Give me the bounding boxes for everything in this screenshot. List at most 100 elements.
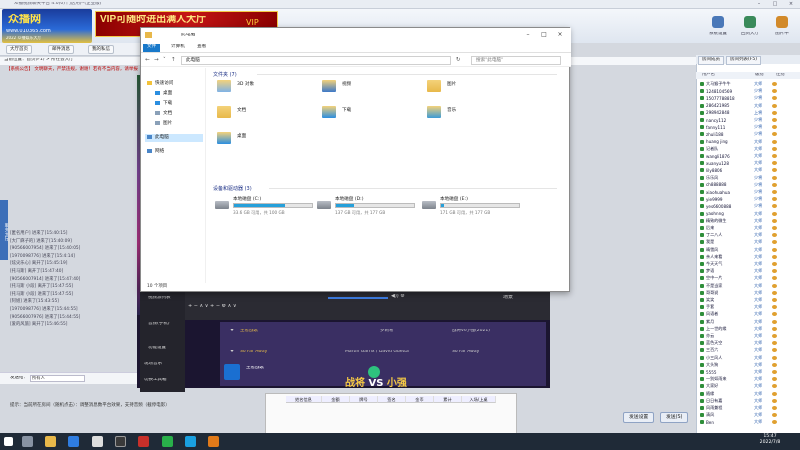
send-button[interactable]: 发送(S) [660,412,689,423]
user-row[interactable]: 上一世的缘 大师 [700,326,795,332]
nav-item[interactable]: 快速访问 [147,80,173,88]
user-row[interactable]: 清风 大师 [700,412,795,418]
nav-private[interactable]: 我的私信 [88,45,114,54]
user-row[interactable]: 大马猴子牛牛 大师 [700,81,795,87]
user-row[interactable]: xiaohuahua 少将 [700,189,795,195]
recipient-select[interactable]: 所有人 [30,375,85,382]
drives-header[interactable]: 设备和驱动器 (3) [213,185,252,192]
user-row[interactable]: 后来 大师 [700,225,795,231]
user-row[interactable]: 我是 大师 [700,239,795,245]
close-icon[interactable]: × [784,1,798,8]
send-settings-button[interactable]: 发送设置 [623,412,655,423]
user-row[interactable]: 风语者 大师 [700,311,795,317]
nav-item[interactable]: 网络 [147,148,164,156]
user-row[interactable]: Ben 大师 [700,419,795,425]
nav-messages[interactable]: 邮件消息 [48,45,74,54]
user-row[interactable]: 小三风人 大师 [700,355,795,361]
nav-item[interactable]: 桌面 [155,90,172,98]
user-row[interactable]: 晴雪风 大师 [700,247,795,253]
tab-room-list[interactable]: 房间列表(F5) [726,56,761,65]
folder-item[interactable]: 桌面 [217,130,312,148]
drive-item[interactable]: 本地磁盘 (E:) 171 GB 可用，共 177 GB [422,196,522,218]
col-level[interactable]: 级别 [755,73,764,77]
folder-item[interactable]: 图片 [427,78,522,96]
folder-app-icon[interactable] [208,436,219,447]
app-icon[interactable] [92,436,103,447]
folders-header[interactable]: 文件夹 (7) [213,71,237,78]
chevron-down-icon[interactable]: ˅ [163,57,166,63]
user-row[interactable]: 梦语 大师 [700,268,795,274]
user-row[interactable]: 哥哥说 大师 [700,290,795,296]
user-row[interactable]: 乐乐风 少将 [700,175,795,181]
user-row[interactable]: 一别如雨来 大师 [700,376,795,382]
user-row[interactable]: 298942848 上将 [700,110,795,116]
tab-view[interactable]: 查看 [193,44,210,52]
file-explorer-icon[interactable] [45,436,56,447]
back-to-hall-button[interactable]: 回到大厅 [738,14,762,42]
windows-start-icon[interactable] [4,437,13,446]
user-row[interactable]: ch888888 少将 [700,182,795,188]
user-row[interactable]: 蓝色天空 大师 [700,340,795,346]
user-row[interactable]: zhuli188 少将 [700,131,795,137]
speaker-icon[interactable]: ◀)) ⚙ [391,294,405,299]
taskbar-clock[interactable]: 15:47 2022/7/8 [752,434,788,446]
tab-file[interactable]: 文件 [143,44,161,52]
user-row[interactable]: 大家好 大师 [700,383,795,389]
media-icon[interactable] [138,436,149,447]
user-row[interactable]: 手套 大师 [700,304,795,310]
search-icon[interactable] [22,436,33,447]
nav-item[interactable]: 下载 [155,100,172,108]
folder-item[interactable]: 视频 [322,78,417,96]
user-row[interactable]: 空中一片 大师 [700,275,795,281]
user-row[interactable]: 日日有嘉 大师 [700,398,795,404]
col-username[interactable]: 用户名 [702,73,715,77]
back-icon[interactable]: ← [145,57,150,63]
user-row[interactable]: 笑笑 大师 [700,297,795,303]
user-row[interactable]: 亲人来看 大师 [700,254,795,260]
wechat-icon[interactable] [162,436,173,447]
user-row[interactable]: 精致的微生 大师 [700,218,795,224]
folder-item[interactable]: 下载 [322,104,417,122]
side-tab[interactable]: 聊天大厅 [0,200,8,260]
drive-item[interactable]: 本地磁盘 (D:) 137 GB 可用，共 177 GB [317,196,417,218]
browser-icon[interactable] [68,436,79,447]
nav-item[interactable]: 此电脑 [145,134,203,142]
user-row[interactable]: yes6600888 少将 [700,203,795,209]
obs-toolbar-icons[interactable]: + − ∧ ∨ + − ⚙ ∧ ∨ [188,304,237,309]
close-icon[interactable]: × [553,31,567,38]
nav-hall-home[interactable]: 大厅首页 [6,45,32,54]
heart-icon[interactable]: ♥ [230,350,234,355]
user-row[interactable]: lily8806 大师 [700,167,795,173]
address-bar[interactable]: 此电脑 [181,56,451,65]
user-row[interactable]: 今天天气 大师 [700,261,795,267]
user-row[interactable]: 不是当家 大师 [700,283,795,289]
user-row[interactable]: yie9999 少将 [700,196,795,202]
user-row[interactable]: 5555 大师 [700,369,795,375]
user-row[interactable]: 随缘 大师 [700,391,795,397]
maximize-icon[interactable]: □ [768,1,782,8]
nav-item[interactable]: 图片 [155,120,172,128]
user-row[interactable]: 丁二八人 大师 [700,232,795,238]
image-button[interactable]: 图片申 [770,14,794,42]
maximize-icon[interactable]: □ [537,31,551,38]
obs-icon[interactable] [115,436,126,447]
volume-slider[interactable] [328,297,388,299]
minimize-icon[interactable]: – [521,31,535,38]
heart-icon[interactable]: ♥ [230,329,234,334]
user-row[interactable]: huang jing 大师 [700,139,795,145]
system-settings-button[interactable]: 系统设置 [706,14,730,42]
folder-item[interactable]: 3D 对象 [217,78,312,96]
user-row[interactable]: yaohnng 大师 [700,211,795,217]
user-row[interactable]: 风雨兼程 大师 [700,405,795,411]
user-row[interactable]: nancy112 少将 [700,117,795,123]
refresh-icon[interactable]: ↻ [456,57,461,63]
tab-room-members[interactable]: 房间成员 [698,56,724,65]
drive-item[interactable]: 本地磁盘 (C:) 33.6 GB 可用，共 100 GB [215,196,315,218]
search-input[interactable]: 搜索"此电脑" [471,56,561,65]
user-row[interactable]: 15077788818 少将 [700,95,795,101]
tab-computer[interactable]: 计算机 [167,44,189,52]
nav-item[interactable]: 文档 [155,110,172,118]
user-row[interactable]: 大头狗 大师 [700,362,795,368]
user-row[interactable]: 1248104569 少将 [700,88,795,94]
user-row[interactable]: 亦云 大师 [700,333,795,339]
